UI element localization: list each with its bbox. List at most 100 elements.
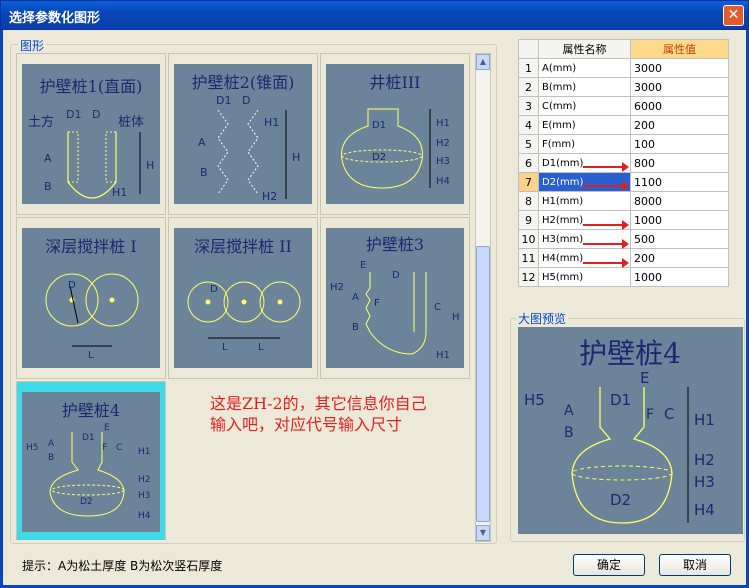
- header-property-value[interactable]: 属性值: [630, 39, 729, 59]
- label-h: H: [292, 151, 300, 164]
- gallery-item-zh4[interactable]: 护壁桩4 E D1 H5 A B F C H1 H2 H3 H4 D2: [16, 381, 166, 540]
- ok-button[interactable]: 确定: [573, 554, 645, 576]
- property-value[interactable]: 200: [630, 115, 729, 135]
- table-row[interactable]: 8 H1(mm) 8000: [518, 191, 729, 211]
- annotation-arrow: [583, 239, 629, 249]
- label-c: C: [664, 405, 674, 423]
- property-name: H2(mm): [538, 210, 631, 230]
- label-a: A: [48, 439, 55, 449]
- label-a: A: [198, 136, 206, 149]
- row-index: 6: [518, 153, 539, 173]
- label-l: L: [258, 342, 264, 353]
- annotation-arrow: [583, 220, 629, 230]
- cancel-button[interactable]: 取消: [659, 554, 731, 576]
- label-h2: H2: [436, 138, 450, 149]
- label-h1: H1: [694, 411, 715, 429]
- table-row[interactable]: 4 E(mm) 200: [518, 115, 729, 135]
- property-value[interactable]: 800: [630, 153, 729, 173]
- row-index: 9: [518, 210, 539, 230]
- gallery-item-zh1[interactable]: 护壁桩1(直面) 土方 D1 D 桩体 A B H H1: [16, 53, 166, 215]
- property-value[interactable]: 3000: [630, 58, 729, 78]
- label-h5: H5: [26, 443, 39, 453]
- table-row[interactable]: 1 A(mm) 3000: [518, 58, 729, 78]
- preview-group-label: 大图预览: [516, 310, 569, 327]
- label-b: B: [564, 425, 574, 441]
- instruction-note: 这是ZH-2的，其它信息你自己 输入吧，对应代号输入尺寸: [210, 393, 427, 435]
- label-l: L: [222, 342, 228, 353]
- grid-corner: [518, 39, 539, 59]
- label-e: E: [360, 260, 366, 271]
- property-name: H4(mm): [538, 248, 631, 268]
- gallery-item-title: 深层搅拌桩 II: [194, 237, 292, 256]
- label-d2: D2: [610, 491, 631, 509]
- scroll-up-button[interactable]: ▲: [476, 54, 490, 70]
- table-row[interactable]: 5 F(mm) 100: [518, 134, 729, 154]
- label-h1: H1: [436, 118, 450, 129]
- property-name: C(mm): [538, 96, 631, 116]
- property-value[interactable]: 1000: [630, 210, 729, 230]
- table-row[interactable]: 3 C(mm) 6000: [518, 96, 729, 116]
- property-name: A(mm): [538, 58, 631, 78]
- label-d1: D1: [66, 108, 81, 121]
- label-h2: H2: [694, 451, 715, 469]
- label-a: A: [352, 292, 359, 303]
- property-value[interactable]: 100: [630, 134, 729, 154]
- property-name: F(mm): [538, 134, 631, 154]
- property-value[interactable]: 500: [630, 229, 729, 249]
- gallery-item-title: 井桩III: [370, 73, 421, 92]
- label-c: C: [434, 302, 441, 313]
- label-h2: H2: [330, 282, 344, 293]
- property-value[interactable]: 3000: [630, 77, 729, 97]
- label-f: F: [374, 298, 380, 309]
- gallery-item-zh2[interactable]: 护壁桩2(锥面) D1 D A B H1 H H2: [168, 53, 318, 215]
- preview-title: 护壁桩4: [579, 337, 681, 370]
- label-l: L: [88, 350, 94, 361]
- label-e: E: [640, 369, 649, 387]
- label-h3: H3: [138, 491, 151, 501]
- label-d1: D1: [372, 120, 386, 131]
- property-name: E(mm): [538, 115, 631, 135]
- property-value[interactable]: 6000: [630, 96, 729, 116]
- window-title: 选择参数化图形: [9, 11, 101, 26]
- label-earth: 土方: [28, 114, 54, 130]
- row-index: 1: [518, 58, 539, 78]
- shape-gallery: 护壁桩1(直面) 土方 D1 D 桩体 A B H H1 护壁桩2(锥面) D1…: [16, 53, 476, 540]
- gallery-item-mixing-pile-2[interactable]: 深层搅拌桩 II D L L: [168, 217, 318, 379]
- property-value[interactable]: 200: [630, 248, 729, 268]
- label-d: D: [392, 270, 400, 281]
- row-index: 4: [518, 115, 539, 135]
- label-d: D: [68, 280, 76, 291]
- label-h4: H4: [436, 176, 450, 187]
- header-property-name[interactable]: 属性名称: [538, 39, 631, 59]
- label-h2: H2: [262, 190, 277, 203]
- scroll-down-button[interactable]: ▼: [476, 525, 490, 541]
- table-row[interactable]: 12 H5(mm) 1000: [518, 267, 729, 287]
- gallery-item-well-pile[interactable]: 井桩III D1 D2 H1 H2 H3 H4: [320, 53, 470, 215]
- row-index: 12: [518, 267, 539, 287]
- label-h3: H3: [694, 473, 715, 491]
- gallery-item-title: 护壁桩2(锥面): [192, 73, 295, 92]
- label-f: F: [646, 407, 654, 423]
- label-h: H: [452, 312, 460, 323]
- label-h1: H1: [138, 447, 151, 457]
- label-h1: H1: [436, 350, 450, 361]
- label-h2: H2: [138, 475, 151, 485]
- label-h3: H3: [436, 156, 450, 167]
- gallery-item-title: 深层搅拌桩 I: [45, 237, 136, 256]
- close-button[interactable]: ✕: [723, 5, 744, 26]
- property-value[interactable]: 1000: [630, 267, 729, 287]
- gallery-item-zh3[interactable]: 护壁桩3 E D H2 A F B C H H1: [320, 217, 470, 379]
- property-value[interactable]: 8000: [630, 191, 729, 211]
- property-name: H1(mm): [538, 191, 631, 211]
- table-row[interactable]: 2 B(mm) 3000: [518, 77, 729, 97]
- property-name: D1(mm): [538, 153, 631, 173]
- preview-image: 护壁桩4 E H5 A D1 F C B H1 H2 H3 H4 D2: [518, 327, 743, 534]
- label-f: F: [102, 443, 107, 453]
- gallery-item-mixing-pile-1[interactable]: 深层搅拌桩 I D L: [16, 217, 166, 379]
- label-h1: H1: [264, 116, 279, 129]
- gallery-scrollbar[interactable]: ▲ ▼: [475, 53, 491, 542]
- scroll-thumb[interactable]: [476, 246, 490, 522]
- property-value-editing[interactable]: 1100: [630, 172, 729, 192]
- label-e: E: [104, 423, 110, 433]
- label-h1: H1: [112, 186, 127, 199]
